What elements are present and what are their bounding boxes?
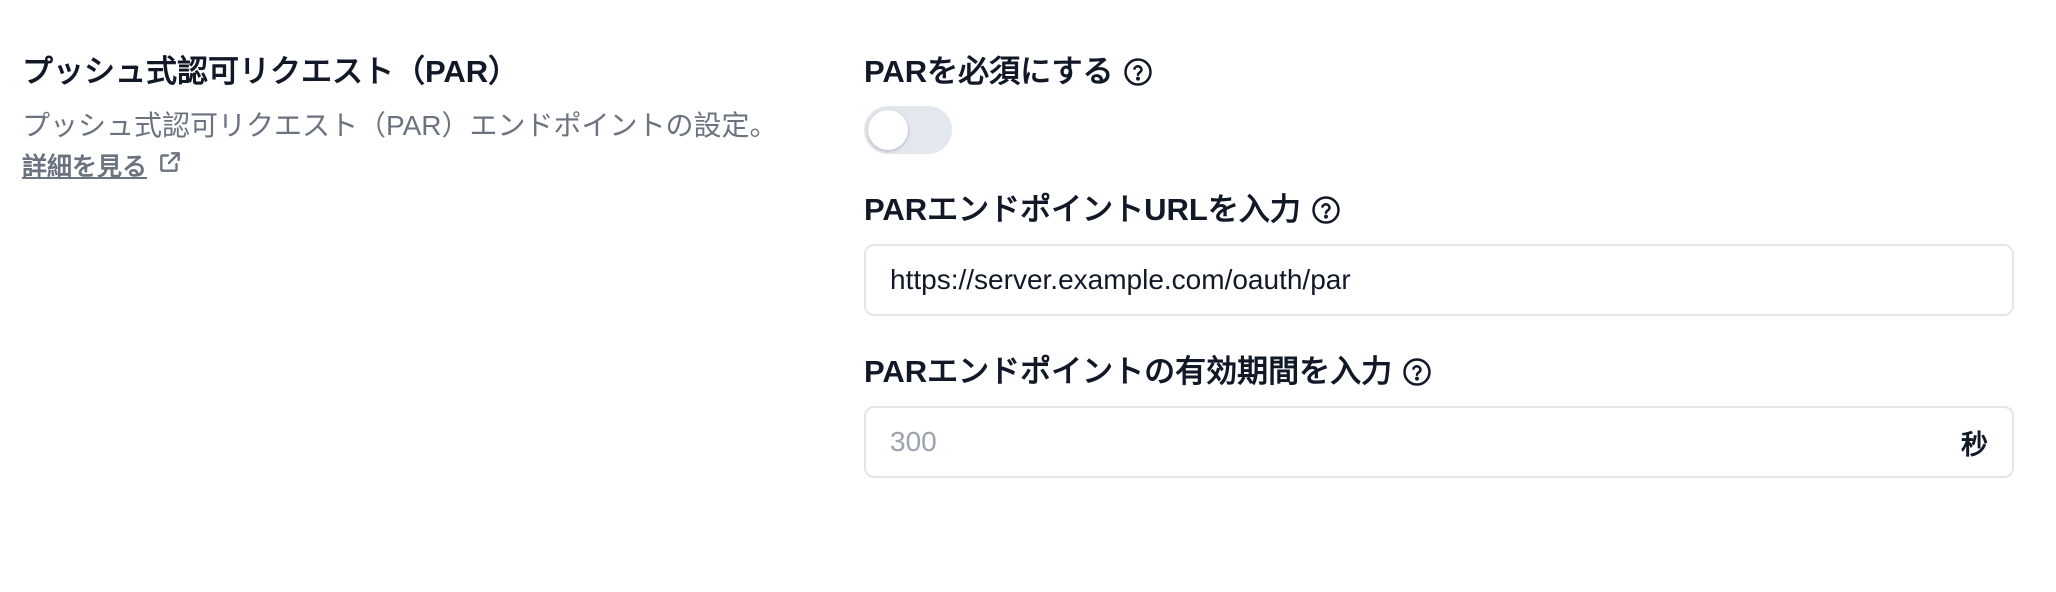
- par-endpoint-url-label-row: PARエンドポイントURLを入力: [864, 188, 2014, 232]
- par-endpoint-url-input[interactable]: [890, 264, 1988, 296]
- question-circle-icon[interactable]: [1123, 57, 1153, 87]
- par-expiry-input[interactable]: [890, 426, 1949, 458]
- par-expiry-field: PARエンドポイントの有効期間を入力 秒: [864, 350, 2014, 478]
- par-endpoint-url-input-box: [864, 244, 2014, 316]
- settings-form: PARを必須にする PARエンドポイントURLを入力 https://serve…: [864, 50, 2014, 478]
- require-par-toggle[interactable]: [864, 106, 952, 154]
- par-endpoint-url-label: PARエンドポイントURLを入力: [864, 192, 1301, 227]
- seconds-suffix: 秒: [1961, 429, 1988, 460]
- par-expiry-label: PARエンドポイントの有効期間を入力: [864, 354, 1393, 389]
- learn-more-label: 詳細を見る: [22, 153, 148, 181]
- par-expiry-input-box: 秒: [864, 406, 2014, 478]
- require-par-label-row: PARを必須にする: [864, 50, 2014, 94]
- learn-more-link[interactable]: 詳細を見る: [22, 148, 183, 186]
- par-expiry-label-row: PARエンドポイントの有効期間を入力: [864, 350, 2014, 394]
- toggle-knob: [868, 110, 908, 150]
- section-description: プッシュ式認可リクエスト（PAR）エンドポイントの設定。: [22, 110, 778, 141]
- par-settings-page: プッシュ式認可リクエスト（PAR） プッシュ式認可リクエスト（PAR）エンドポイ…: [0, 0, 2056, 592]
- question-circle-icon[interactable]: [1311, 195, 1341, 225]
- section-title: プッシュ式認可リクエスト（PAR）: [22, 54, 520, 89]
- question-circle-icon[interactable]: [1402, 357, 1432, 387]
- require-par-label: PARを必須にする: [864, 54, 1114, 89]
- external-link-icon: [157, 148, 183, 186]
- par-endpoint-url-field: PARエンドポイントURLを入力: [864, 188, 2014, 316]
- section-info: プッシュ式認可リクエスト（PAR） プッシュ式認可リクエスト（PAR）エンドポイ…: [22, 50, 802, 186]
